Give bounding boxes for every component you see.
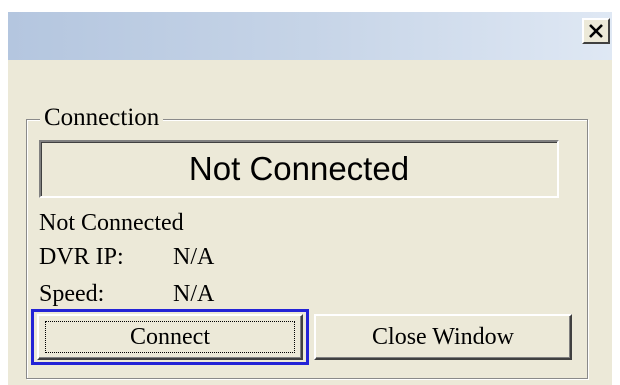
dvr-ip-label: DVR IP: [39, 244, 124, 270]
connect-button-label: Connect [130, 323, 210, 350]
connect-button[interactable]: Connect [37, 314, 303, 360]
speed-label: Speed: [39, 281, 105, 307]
close-x-icon [589, 24, 603, 38]
close-window-button[interactable]: Close Window [314, 314, 572, 360]
dvr-ip-value: N/A [173, 244, 215, 270]
close-button[interactable] [582, 18, 610, 44]
close-window-button-label: Close Window [372, 323, 514, 350]
speed-value: N/A [173, 281, 215, 307]
title-bar[interactable] [8, 12, 612, 60]
connection-status-banner: Not Connected [188, 150, 410, 187]
connection-status-text: Not Connected [39, 210, 184, 236]
connection-status-panel: Not Connected [39, 140, 559, 198]
connection-group-label: Connection [40, 103, 164, 133]
